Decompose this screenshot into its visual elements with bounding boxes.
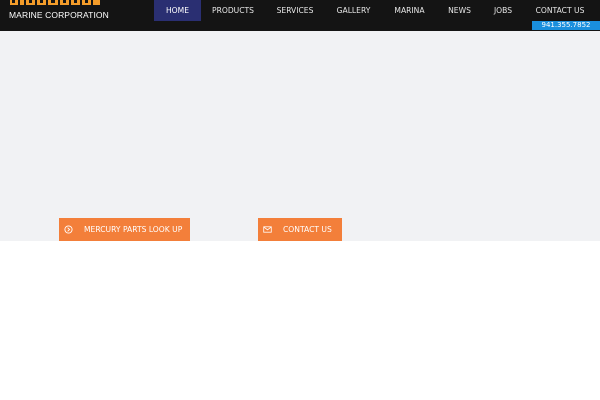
main-nav: HOME PRODUCTS SERVICES GALLERY MARINA NE… bbox=[154, 0, 596, 21]
arrow-circle-icon bbox=[64, 225, 73, 234]
site-header: MARINE CORPORATION HOME PRODUCTS SERVICE… bbox=[0, 0, 600, 31]
nav-item-home[interactable]: HOME bbox=[154, 0, 201, 21]
phone-number-link[interactable]: 941.355.7852 bbox=[532, 21, 600, 30]
nav-item-products[interactable]: PRODUCTS bbox=[201, 0, 265, 21]
nav-item-gallery[interactable]: GALLERY bbox=[325, 0, 382, 21]
nav-item-jobs[interactable]: JOBS bbox=[482, 0, 524, 21]
envelope-icon bbox=[263, 226, 272, 233]
mercury-parts-lookup-label: MERCURY PARTS LOOK UP bbox=[84, 225, 183, 234]
company-logo[interactable]: MARINE CORPORATION bbox=[8, 0, 109, 22]
contact-us-button[interactable]: CONTACT US bbox=[258, 218, 342, 241]
hero-banner bbox=[0, 31, 600, 241]
nav-item-services[interactable]: SERVICES bbox=[265, 0, 325, 21]
nav-item-marina[interactable]: MARINA bbox=[382, 0, 437, 21]
nav-item-contact-us[interactable]: CONTACT US bbox=[524, 0, 596, 21]
nav-item-news[interactable]: NEWS bbox=[437, 0, 482, 21]
mercury-parts-lookup-button[interactable]: MERCURY PARTS LOOK UP bbox=[59, 218, 190, 241]
logo-wordmark-graphic bbox=[10, 0, 100, 6]
contact-us-label: CONTACT US bbox=[283, 225, 332, 234]
logo-company-line: MARINE CORPORATION bbox=[9, 10, 109, 20]
